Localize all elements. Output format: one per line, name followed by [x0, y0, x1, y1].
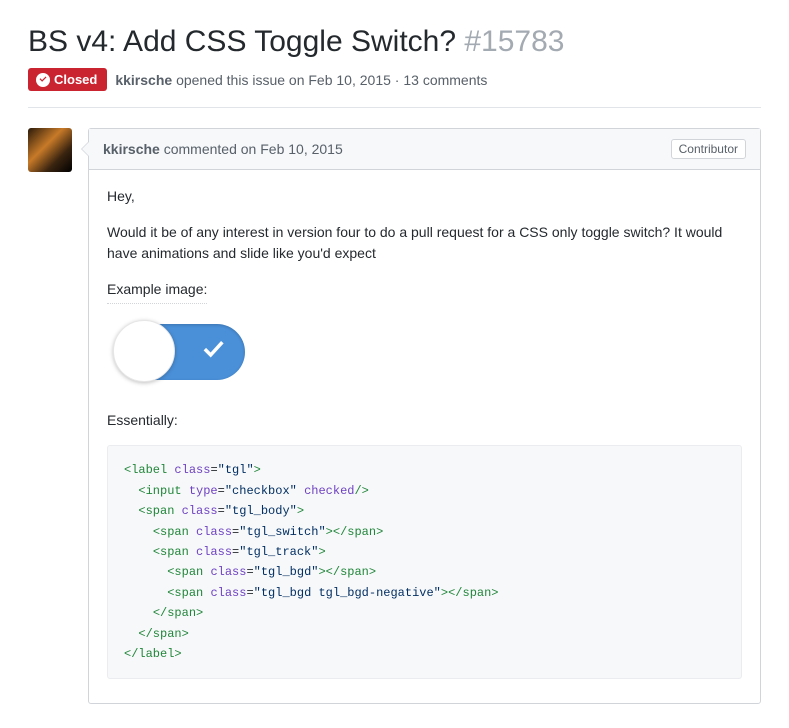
issue-meta: kkirsche opened this issue on Feb 10, 20…	[115, 72, 487, 88]
issue-closed-icon	[36, 73, 50, 87]
comment-body: Hey, Would it be of any interest in vers…	[89, 170, 760, 703]
divider	[28, 107, 761, 108]
toggle-track	[117, 324, 245, 380]
role-badge: Contributor	[671, 139, 746, 159]
opener-link[interactable]: kkirsche	[115, 72, 172, 88]
issue-number: #15783	[464, 25, 564, 58]
avatar[interactable]	[28, 128, 72, 172]
opened-date: on Feb 10, 2015	[289, 72, 391, 88]
check-icon	[199, 334, 227, 369]
status-text: Closed	[54, 72, 97, 87]
issue-title-text: BS v4: Add CSS Toggle Switch?	[28, 25, 456, 58]
comment-box: kkirsche commented on Feb 10, 2015 Contr…	[88, 128, 761, 704]
greeting: Hey,	[107, 186, 742, 208]
essentially-label: Essentially:	[107, 410, 742, 432]
status-badge: Closed	[28, 68, 107, 91]
toggle-demo-image	[117, 324, 742, 380]
comment-header: kkirsche commented on Feb 10, 2015 Contr…	[89, 129, 760, 170]
comment-date: on Feb 10, 2015	[241, 141, 343, 157]
comment-author-link[interactable]: kkirsche	[103, 141, 160, 157]
comment-verb: commented	[164, 141, 237, 157]
example-label: Example image:	[107, 279, 207, 304]
code-block: <label class="tgl"> <input type="checkbo…	[107, 445, 742, 679]
issue-title: BS v4: Add CSS Toggle Switch? #15783	[28, 24, 761, 60]
body-paragraph: Would it be of any interest in version f…	[107, 222, 742, 265]
comment-count: 13 comments	[403, 72, 487, 88]
toggle-knob	[113, 320, 175, 382]
opened-verb: opened this issue	[176, 72, 285, 88]
